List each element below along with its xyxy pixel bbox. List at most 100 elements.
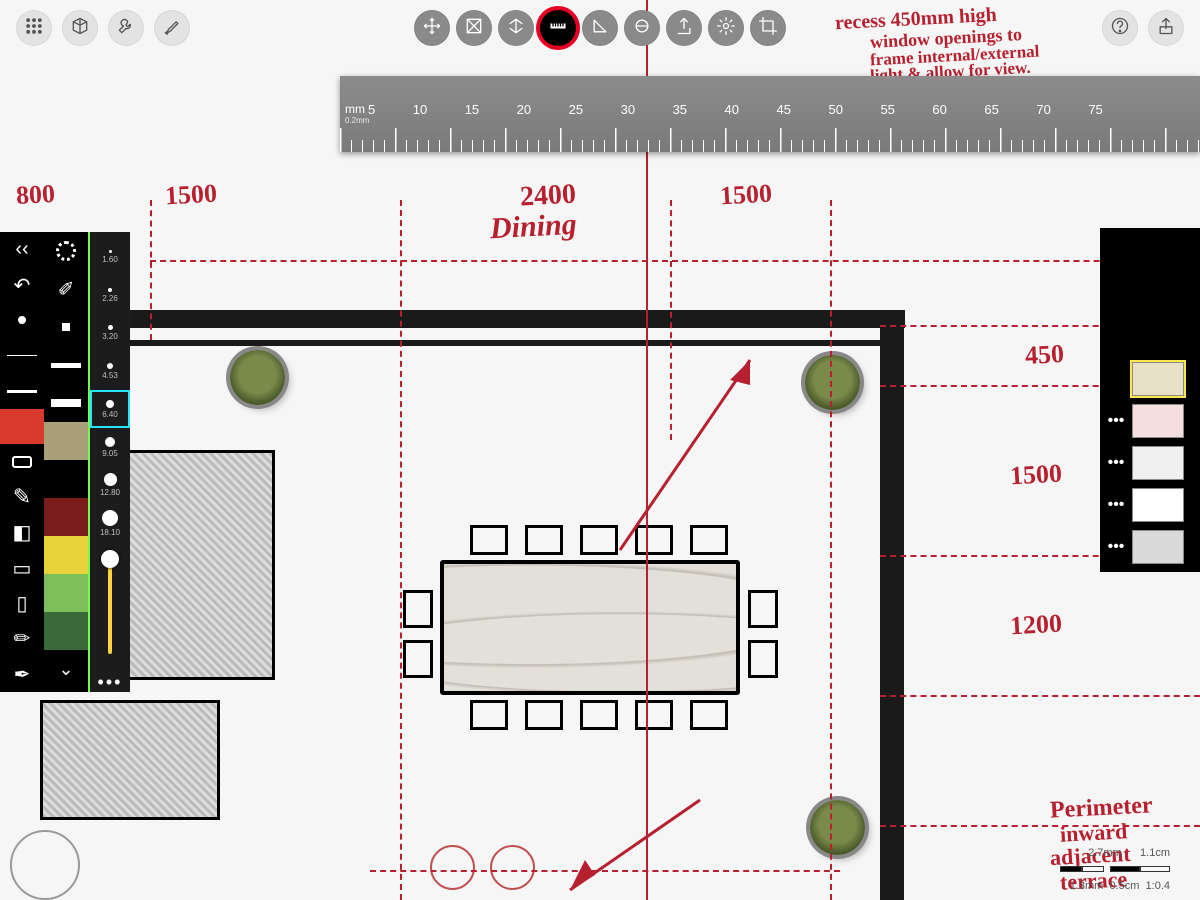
ring-tool[interactable] xyxy=(44,232,88,270)
ruler-tool[interactable]: mm 0.2mm 51015202530354045505560657075 xyxy=(340,76,1200,152)
planter xyxy=(230,350,285,405)
marker-tool[interactable]: ▯ xyxy=(0,586,44,621)
line-thin-tool[interactable] xyxy=(0,338,44,373)
dim-line xyxy=(880,695,1200,697)
fill-button[interactable] xyxy=(456,10,492,46)
brush-button[interactable] xyxy=(154,10,190,46)
chair xyxy=(690,700,728,730)
size-slider[interactable] xyxy=(108,550,112,654)
rail-top xyxy=(125,340,885,346)
color-dkred[interactable] xyxy=(44,498,88,536)
gear-button[interactable] xyxy=(708,10,744,46)
layer-row-3[interactable]: ••• xyxy=(1100,484,1200,526)
add-shape-button[interactable] xyxy=(1100,232,1200,274)
wall-top xyxy=(115,310,905,328)
pen-tool[interactable]: ✎ xyxy=(0,480,44,515)
cube-icon xyxy=(70,16,90,41)
text-icon xyxy=(1139,326,1161,348)
chair xyxy=(748,590,778,628)
layers-panel[interactable]: ••• ••• ••• ••• xyxy=(1100,228,1200,572)
angle-button[interactable] xyxy=(582,10,618,46)
visibility-icon[interactable]: ••• xyxy=(1106,454,1126,472)
visibility-icon[interactable]: ••• xyxy=(1106,412,1126,430)
layer-thumb xyxy=(1132,530,1184,564)
brush-size-18.10[interactable]: 18.10 xyxy=(90,504,130,542)
export-button[interactable] xyxy=(666,10,702,46)
add-text-button[interactable] xyxy=(1100,316,1200,358)
brush-size-2.26[interactable]: 2.26 xyxy=(90,276,130,314)
color-olive[interactable] xyxy=(44,422,88,460)
tip-round-tool[interactable] xyxy=(0,303,44,338)
visibility-icon[interactable] xyxy=(1106,368,1126,391)
chair xyxy=(403,590,433,628)
move-button[interactable] xyxy=(414,10,450,46)
add-image-button[interactable] xyxy=(1100,274,1200,316)
roller-tool[interactable]: ▭ xyxy=(0,551,44,586)
color-red[interactable] xyxy=(0,409,44,444)
ruler-button[interactable] xyxy=(540,10,576,46)
brush-size-12.80[interactable]: 12.80 xyxy=(90,466,130,504)
collapse-tool[interactable]: ‹‹ xyxy=(0,232,44,267)
undo-tool[interactable]: ↶ xyxy=(0,267,44,302)
grid-button[interactable] xyxy=(16,10,52,46)
visibility-icon[interactable]: ••• xyxy=(1106,538,1126,556)
sofa xyxy=(40,700,220,820)
arrow-icon xyxy=(560,790,720,900)
dim-label: 1500 xyxy=(719,179,772,212)
color-green[interactable] xyxy=(44,574,88,612)
line-med-tool[interactable] xyxy=(0,374,44,409)
layer-row-1[interactable]: ••• xyxy=(1100,400,1200,442)
nib-tool[interactable]: ✒ xyxy=(0,657,44,692)
share-button[interactable] xyxy=(1148,10,1184,46)
line-heavy-tool[interactable] xyxy=(44,384,88,422)
guides-button[interactable] xyxy=(498,10,534,46)
image-icon xyxy=(1139,284,1161,306)
dining-table xyxy=(440,560,740,695)
ellipse-button[interactable] xyxy=(624,10,660,46)
tool-panel[interactable]: ‹‹↶ ✎◧▭▯✏✒ ✐ ⌄ 1.602.263.204.536.409.0512.… xyxy=(0,232,130,692)
tip-square-tool[interactable] xyxy=(44,308,88,346)
eyedrop-tool[interactable]: ✐ xyxy=(44,270,88,308)
brush-size-1.60[interactable]: 1.60 xyxy=(90,238,130,276)
layer-row-0[interactable] xyxy=(1100,358,1200,400)
brush-size-6.40[interactable]: 6.40 xyxy=(90,390,130,428)
pencil-tool[interactable]: ✏ xyxy=(0,621,44,656)
toolbar-center xyxy=(414,10,786,46)
brush-size-3.20[interactable]: 3.20 xyxy=(90,314,130,352)
expand-tool[interactable]: ⌄ xyxy=(44,650,88,688)
help-button[interactable] xyxy=(1102,10,1138,46)
brush-icon xyxy=(162,16,182,41)
room-label: Dining xyxy=(489,208,577,246)
cube-button[interactable] xyxy=(62,10,98,46)
chair xyxy=(403,640,433,678)
brush-size-9.05[interactable]: 9.05 xyxy=(90,428,130,466)
angle-icon xyxy=(590,16,610,41)
sofa xyxy=(115,450,275,680)
dim-label: 1500 xyxy=(1009,459,1062,492)
chair xyxy=(635,700,673,730)
wrench-button[interactable] xyxy=(108,10,144,46)
color-dkgreen[interactable] xyxy=(44,612,88,650)
more-sizes[interactable]: ••• xyxy=(98,672,123,692)
eraser-tool[interactable] xyxy=(0,444,44,479)
ruler-numbers: 51015202530354045505560657075 xyxy=(368,102,1103,117)
layer-row-2[interactable]: ••• xyxy=(1100,442,1200,484)
chair xyxy=(580,700,618,730)
line-thick-tool[interactable] xyxy=(44,346,88,384)
brush-size-4.53[interactable]: 4.53 xyxy=(90,352,130,390)
dim-line xyxy=(150,260,1200,262)
layer-row-4[interactable]: ••• xyxy=(1100,526,1200,568)
smudge-tool[interactable]: ◧ xyxy=(0,515,44,550)
dim-label: 450 xyxy=(1024,339,1065,371)
wrench-icon xyxy=(116,16,136,41)
help-icon xyxy=(1110,16,1130,41)
crop-button[interactable] xyxy=(750,10,786,46)
arrow-icon xyxy=(600,350,770,580)
fill-icon xyxy=(464,16,484,41)
color-yellow[interactable] xyxy=(44,536,88,574)
color-black[interactable] xyxy=(44,460,88,498)
chair xyxy=(748,640,778,678)
dim-line xyxy=(150,200,152,340)
dim-label: 800 xyxy=(15,179,56,211)
visibility-icon[interactable]: ••• xyxy=(1106,496,1126,514)
